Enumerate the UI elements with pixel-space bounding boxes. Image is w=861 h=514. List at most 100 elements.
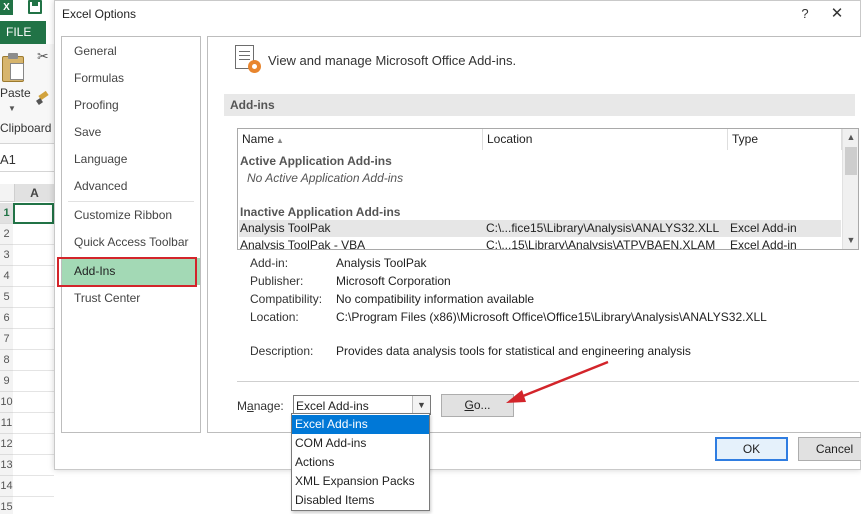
panel-header: View and manage Microsoft Office Add-ins… bbox=[268, 53, 517, 68]
grid-line bbox=[13, 349, 54, 350]
row-header[interactable]: 14 bbox=[0, 476, 13, 497]
row-header[interactable]: 1 bbox=[0, 203, 13, 224]
row-header[interactable]: 11 bbox=[0, 413, 13, 434]
row-name: Analysis ToolPak - VBA bbox=[240, 238, 366, 250]
column-header-a[interactable]: A bbox=[14, 184, 54, 202]
row-header[interactable]: 3 bbox=[0, 245, 13, 266]
paste-label[interactable]: Paste bbox=[0, 86, 31, 100]
excel-titlebar: X bbox=[0, 0, 54, 20]
column-name-label: Name bbox=[242, 132, 275, 146]
dropdown-option-excel-add-ins[interactable]: Excel Add-ins bbox=[292, 415, 429, 434]
no-active-add-ins-note: No Active Application Add-ins bbox=[247, 171, 404, 185]
section-header-add-ins: Add-ins bbox=[224, 94, 855, 116]
row-header[interactable]: 15 bbox=[0, 497, 13, 514]
row-header[interactable]: 6 bbox=[0, 308, 13, 329]
dropdown-option-disabled-items[interactable]: Disabled Items bbox=[292, 491, 429, 510]
grid-line bbox=[13, 265, 54, 266]
column-header-location[interactable]: Location bbox=[483, 129, 728, 150]
dropdown-option-com-add-ins[interactable]: COM Add-ins bbox=[292, 434, 429, 453]
options-nav: General Formulas Proofing Save Language … bbox=[61, 36, 201, 433]
cancel-button[interactable]: Cancel bbox=[798, 437, 861, 461]
row-header[interactable]: 5 bbox=[0, 287, 13, 308]
name-box[interactable]: A1 bbox=[0, 152, 16, 167]
row-location: C:\...fice15\Library\Analysis\ANALYS32.X… bbox=[486, 221, 720, 235]
grid-line bbox=[13, 244, 54, 245]
file-tab[interactable]: FILE bbox=[0, 21, 46, 44]
detail-compatibility-value: No compatibility information available bbox=[336, 292, 535, 306]
row-location: C:\...15\Library\Analysis\ATPVBAEN.XLAM bbox=[486, 238, 716, 250]
manage-select[interactable]: Excel Add-ins ▼ bbox=[293, 395, 431, 415]
paste-icon[interactable] bbox=[0, 53, 26, 83]
row-type: Excel Add-in bbox=[730, 221, 797, 235]
grid-line bbox=[13, 433, 54, 434]
dropdown-option-xml-expansion-packs[interactable]: XML Expansion Packs bbox=[292, 472, 429, 491]
row-header[interactable]: 8 bbox=[0, 350, 13, 371]
detail-location-value: C:\Program Files (x86)\Microsoft Office\… bbox=[336, 310, 767, 324]
nav-item-language[interactable]: Language bbox=[62, 146, 200, 173]
row-header[interactable]: 7 bbox=[0, 329, 13, 350]
active-cell[interactable] bbox=[13, 203, 54, 224]
nav-item-general[interactable]: General bbox=[62, 38, 200, 65]
grid-line bbox=[13, 412, 54, 413]
close-button[interactable]: ✕ bbox=[822, 2, 852, 26]
list-scrollbar[interactable]: ▲ ▼ bbox=[842, 129, 858, 249]
save-icon[interactable] bbox=[28, 0, 42, 14]
row-header[interactable]: 9 bbox=[0, 371, 13, 392]
nav-item-quick-access-toolbar[interactable]: Quick Access Toolbar bbox=[62, 229, 200, 256]
detail-description-value: Provides data analysis tools for statist… bbox=[336, 344, 691, 358]
sort-asc-icon: ▲ bbox=[276, 136, 284, 145]
chevron-down-icon[interactable]: ▼ bbox=[412, 396, 430, 414]
row-name: Analysis ToolPak bbox=[240, 221, 331, 235]
cut-scissors-icon[interactable]: ✂ bbox=[37, 49, 49, 63]
group-active-add-ins: Active Application Add-ins bbox=[240, 154, 392, 168]
table-row[interactable]: Analysis ToolPak - VBA C:\...15\Library\… bbox=[239, 237, 841, 250]
name-box-row: A1 bbox=[0, 147, 54, 172]
manage-select-value: Excel Add-ins bbox=[296, 399, 369, 413]
row-header[interactable]: 2 bbox=[0, 224, 13, 245]
row-header[interactable]: 10 bbox=[0, 392, 13, 413]
scroll-up-icon[interactable]: ▲ bbox=[843, 129, 858, 145]
detail-publisher-label: Publisher: bbox=[250, 274, 304, 288]
excel-logo-icon: X bbox=[0, 0, 13, 15]
row-header[interactable]: 13 bbox=[0, 455, 13, 476]
table-row[interactable]: Analysis ToolPak C:\...fice15\Library\An… bbox=[239, 220, 841, 237]
clipboard-group-label: Clipboard bbox=[0, 121, 52, 135]
paste-dropdown-icon[interactable]: ▼ bbox=[8, 104, 16, 113]
column-header-name[interactable]: Name ▲ bbox=[238, 129, 483, 150]
dialog-title: Excel Options bbox=[62, 7, 137, 21]
go-button[interactable]: Go... bbox=[441, 394, 514, 417]
group-inactive-add-ins: Inactive Application Add-ins bbox=[240, 205, 401, 219]
column-header-row: A bbox=[0, 184, 54, 202]
format-painter-icon[interactable] bbox=[37, 92, 51, 106]
row-header[interactable]: 4 bbox=[0, 266, 13, 287]
row-type: Excel Add-in bbox=[730, 238, 797, 250]
row-header[interactable]: 12 bbox=[0, 434, 13, 455]
help-button[interactable]: ? bbox=[794, 4, 816, 24]
ok-button[interactable]: OK bbox=[715, 437, 788, 461]
scroll-down-icon[interactable]: ▼ bbox=[843, 232, 858, 248]
detail-compatibility-label: Compatibility: bbox=[250, 292, 323, 306]
grid-line bbox=[13, 475, 54, 476]
add-ins-panel: View and manage Microsoft Office Add-ins… bbox=[207, 36, 861, 433]
manage-dropdown-list[interactable]: Excel Add-ins COM Add-ins Actions XML Ex… bbox=[291, 413, 430, 511]
nav-item-customize-ribbon[interactable]: Customize Ribbon bbox=[62, 202, 200, 229]
detail-location-label: Location: bbox=[250, 310, 299, 324]
dropdown-option-actions[interactable]: Actions bbox=[292, 453, 429, 472]
nav-item-proofing[interactable]: Proofing bbox=[62, 92, 200, 119]
grid-line bbox=[13, 286, 54, 287]
detail-addin-label: Add-in: bbox=[250, 256, 289, 270]
detail-addin-value: Analysis ToolPak bbox=[336, 256, 427, 270]
excel-options-dialog: Excel Options ? ✕ General Formulas Proof… bbox=[54, 0, 861, 470]
grid-line bbox=[13, 496, 54, 497]
column-header-type[interactable]: Type bbox=[728, 129, 842, 150]
detail-description-label: Description: bbox=[250, 344, 314, 358]
nav-item-save[interactable]: Save bbox=[62, 119, 200, 146]
add-ins-list[interactable]: Name ▲ Location Type Active Application A… bbox=[237, 128, 859, 250]
add-ins-settings-icon bbox=[235, 45, 263, 75]
detail-publisher-value: Microsoft Corporation bbox=[336, 274, 451, 288]
scroll-thumb[interactable] bbox=[845, 147, 857, 175]
nav-item-trust-center[interactable]: Trust Center bbox=[62, 285, 200, 312]
nav-item-formulas[interactable]: Formulas bbox=[62, 65, 200, 92]
manage-label: Manage: bbox=[237, 399, 284, 413]
nav-item-advanced[interactable]: Advanced bbox=[62, 173, 200, 200]
